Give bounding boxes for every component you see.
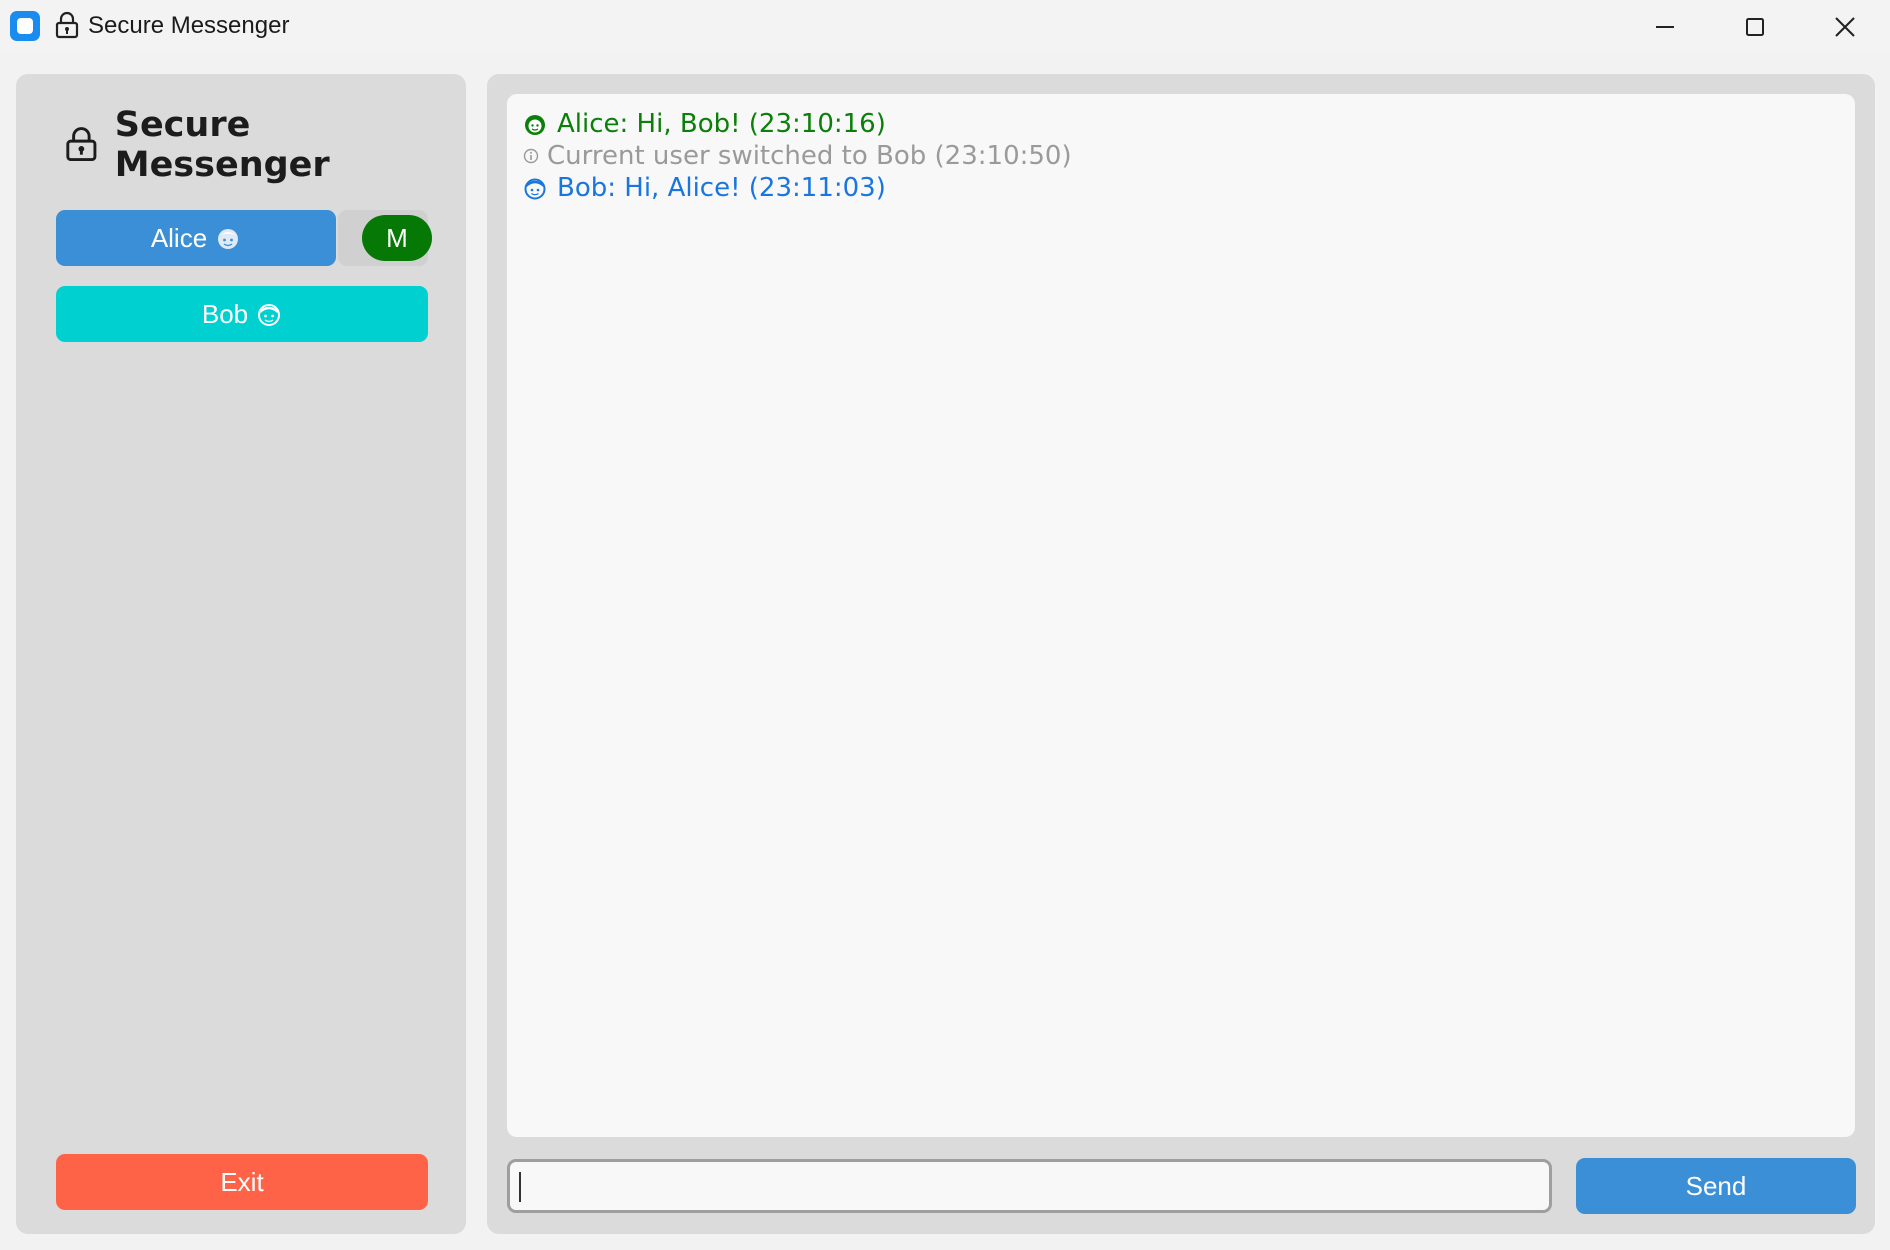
text-caret (519, 1172, 521, 1202)
chat-message: Current user switched to Bob (23:10:50) (523, 140, 1839, 172)
user-label: Bob (201, 298, 249, 329)
message-input[interactable] (510, 1162, 1549, 1210)
send-button[interactable]: Send (1576, 1158, 1856, 1214)
message-text: Alice: Hi, Bob! (23:10:16) (557, 109, 886, 139)
close-button[interactable] (1800, 0, 1890, 53)
face-icon (525, 115, 545, 135)
user-label: Alice (150, 222, 208, 253)
minimize-icon (1656, 25, 1674, 28)
sidebar-brand: Secure Messenger (62, 105, 466, 185)
exit-button[interactable]: Exit (56, 1154, 428, 1210)
maximize-button[interactable] (1710, 0, 1800, 53)
info-icon (523, 148, 539, 164)
title-bar: Secure Messenger (0, 0, 1890, 53)
lock-icon (55, 11, 79, 39)
chat-message: Bob: Hi, Alice! (23:11:03) (523, 172, 1839, 204)
sidebar-title: Secure Messenger (114, 105, 330, 185)
message-text: Current user switched to Bob (23:10:50) (547, 141, 1072, 171)
user-button-alice[interactable]: Alice (56, 210, 336, 266)
sidebar: Secure Messenger Alice M Bob Exit (16, 74, 466, 1234)
face-icon (218, 229, 239, 249)
status-badge[interactable]: M (362, 215, 432, 261)
face-icon (258, 304, 281, 326)
lock-icon (66, 127, 97, 161)
user-row-bob: Bob (56, 286, 428, 342)
chat-log[interactable]: Alice: Hi, Bob! (23:10:16) Current user … (507, 94, 1855, 1137)
app-icon (10, 11, 40, 41)
user-button-bob[interactable]: Bob (56, 286, 428, 342)
minimize-button[interactable] (1620, 0, 1710, 53)
maximize-icon (1746, 17, 1764, 36)
main-panel: Alice: Hi, Bob! (23:10:16) Current user … (487, 74, 1875, 1234)
message-text: Bob: Hi, Alice! (23:11:03) (557, 173, 886, 203)
chat-message: Alice: Hi, Bob! (23:10:16) (523, 108, 1839, 140)
message-input-box[interactable] (507, 1159, 1552, 1213)
window-title: Secure Messenger (88, 12, 290, 39)
user-row-alice: Alice M (56, 210, 432, 266)
close-icon (1835, 16, 1855, 37)
face-icon (524, 178, 546, 200)
